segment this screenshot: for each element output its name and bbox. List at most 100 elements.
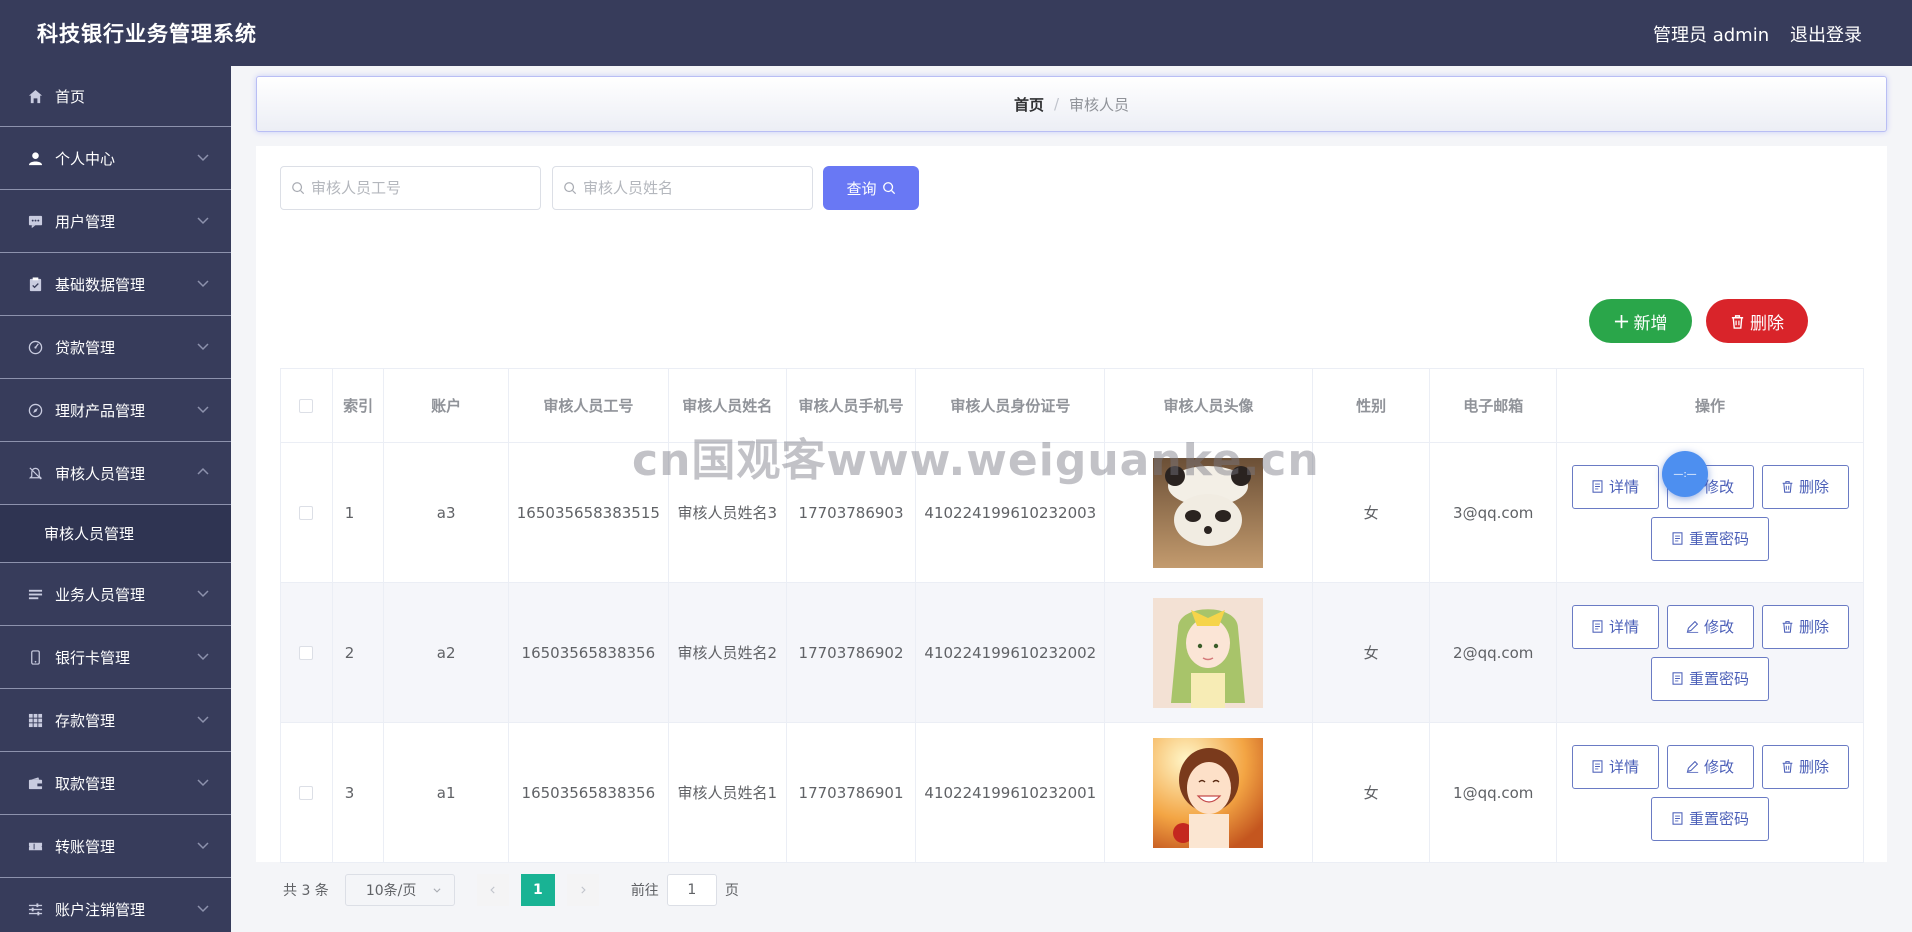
chevron-up-icon	[197, 467, 209, 475]
detail-button[interactable]: 详情	[1571, 604, 1659, 649]
next-page-button[interactable]	[566, 874, 599, 906]
cell-account: a2	[383, 582, 509, 723]
add-button[interactable]: 新增	[1589, 299, 1692, 343]
floating-assist-ball[interactable]: —:—	[1662, 451, 1708, 497]
delete-button[interactable]: 删除	[1761, 604, 1849, 649]
breadcrumb: 首页 / 审核人员	[256, 76, 1887, 132]
reset-password-button-label: 重置密码	[1688, 529, 1749, 548]
avatar[interactable]	[1153, 457, 1264, 568]
sidebar-item-withdrawals[interactable]: 取款管理	[0, 752, 231, 815]
breadcrumb-home[interactable]: 首页	[1014, 94, 1044, 115]
page-size-value: 10条/页	[365, 883, 417, 899]
plus-icon	[1614, 314, 1629, 329]
sidebar-item-label: 基础数据管理	[55, 275, 146, 294]
delete-button[interactable]: 删除	[1761, 464, 1849, 509]
reset-password-button[interactable]: 重置密码	[1651, 796, 1769, 841]
row-checkbox[interactable]	[299, 786, 314, 800]
search-icon	[882, 182, 895, 195]
detail-button[interactable]: 详情	[1571, 464, 1659, 509]
document-icon	[1672, 672, 1683, 685]
row-checkbox[interactable]	[299, 646, 314, 660]
chevron-down-icon	[433, 888, 441, 893]
cell-id-card: 410224199610232001	[915, 722, 1106, 863]
sidebar-item-wealth[interactable]: 理财产品管理	[0, 379, 231, 442]
sidebar-item-account-closure[interactable]: 账户注销管理	[0, 878, 231, 932]
breadcrumb-separator: /	[1053, 95, 1060, 113]
cell-name: 审核人员姓名2	[667, 582, 787, 723]
sidebar-item-label: 业务人员管理	[55, 585, 146, 604]
chevron-down-icon	[197, 280, 209, 288]
sidebar-item-home[interactable]: 首页	[0, 66, 231, 127]
column-header: 审核人员头像	[1104, 368, 1313, 443]
cell-account: a1	[383, 722, 509, 863]
row-select-cell	[280, 582, 333, 723]
staff-name-search-field[interactable]	[552, 166, 813, 210]
staff-id-search-input[interactable]	[311, 179, 521, 197]
chevron-down-icon	[197, 217, 209, 225]
row-select-cell	[280, 722, 333, 863]
query-button-label: 查询	[846, 179, 877, 198]
document-icon	[1592, 760, 1603, 773]
cell-email: 3@qq.com	[1429, 442, 1557, 583]
user-icon	[27, 150, 44, 167]
sliders-icon	[27, 901, 44, 918]
reset-password-button[interactable]: 重置密码	[1651, 516, 1769, 561]
sidebar-item-users[interactable]: 用户管理	[0, 190, 231, 253]
cell-email: 2@qq.com	[1429, 582, 1557, 723]
sidebar-item-label: 取款管理	[55, 774, 116, 793]
batch-delete-button[interactable]: 删除	[1706, 299, 1808, 343]
header-select-all[interactable]	[280, 368, 333, 443]
sidebar-item-bank-cards[interactable]: 银行卡管理	[0, 626, 231, 689]
gauge-icon	[27, 339, 44, 356]
home-icon	[27, 88, 44, 105]
sidebar-item-deposits[interactable]: 存款管理	[0, 689, 231, 752]
page-jump-input[interactable]	[666, 874, 717, 906]
goto-label: 前往	[630, 883, 659, 899]
submenu-item-reviewer-management[interactable]: 审核人员管理	[0, 505, 231, 563]
cell-avatar	[1104, 722, 1313, 863]
sidebar-item-reviewers[interactable]: 审核人员管理	[0, 442, 231, 505]
detail-button[interactable]: 详情	[1571, 744, 1659, 789]
column-header: 索引	[331, 368, 385, 443]
cell-index: 1	[331, 442, 385, 583]
page-number-button[interactable]: 1	[520, 874, 555, 906]
cell-gender: 女	[1311, 722, 1431, 863]
sidebar-item-personal[interactable]: 个人中心	[0, 127, 231, 190]
chevron-left-icon	[490, 886, 495, 894]
delete-button[interactable]: 删除	[1761, 744, 1849, 789]
chevron-down-icon	[197, 406, 209, 414]
cell-id-card: 410224199610232003	[915, 442, 1106, 583]
clipboard-icon	[27, 276, 44, 293]
select-all-checkbox[interactable]	[299, 399, 314, 413]
reviewer-table: 索引 账户 审核人员工号 审核人员姓名 审核人员手机号 审核人员身份证号 审核人…	[280, 368, 1864, 863]
sidebar-item-transfers[interactable]: 转账管理	[0, 815, 231, 878]
staff-name-search-input[interactable]	[583, 179, 793, 197]
reset-password-button[interactable]: 重置密码	[1651, 656, 1769, 701]
prev-page-button[interactable]	[476, 874, 509, 906]
sidebar-item-basic-data[interactable]: 基础数据管理	[0, 253, 231, 316]
chevron-down-icon	[197, 842, 209, 850]
avatar[interactable]	[1153, 737, 1264, 848]
edit-button[interactable]: 修改	[1666, 744, 1754, 789]
cell-phone: 17703786902	[785, 582, 917, 723]
reset-password-button-label: 重置密码	[1688, 809, 1749, 828]
sidebar-item-business-staff[interactable]: 业务人员管理	[0, 563, 231, 626]
delete-button-label: 删除	[1798, 757, 1829, 776]
row-select-cell	[280, 442, 333, 583]
avatar[interactable]	[1153, 597, 1264, 708]
reset-password-button-label: 重置密码	[1688, 669, 1749, 688]
staff-id-search-field[interactable]	[280, 166, 541, 210]
logout-link[interactable]: 退出登录	[1790, 21, 1862, 47]
row-checkbox[interactable]	[299, 506, 314, 520]
floating-ball-text: —:—	[1673, 468, 1697, 480]
pagination: 共 3 条 10条/页 1 前往 页	[283, 874, 739, 906]
page-size-select[interactable]: 10条/页	[344, 874, 455, 906]
chat-icon	[27, 213, 44, 230]
edit-button[interactable]: 修改	[1666, 604, 1754, 649]
cell-email: 1@qq.com	[1429, 722, 1557, 863]
cell-staff-id: 165035658383515	[507, 442, 669, 583]
column-header: 审核人员姓名	[667, 368, 787, 443]
query-button[interactable]: 查询	[823, 166, 919, 210]
cell-index: 2	[331, 582, 385, 723]
sidebar-item-loans[interactable]: 贷款管理	[0, 316, 231, 379]
